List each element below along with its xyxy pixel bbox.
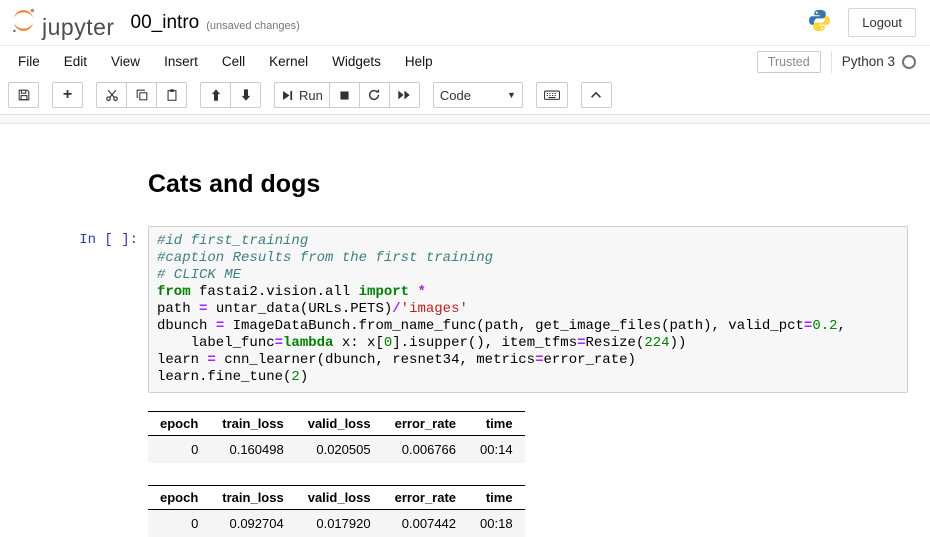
column-header: time <box>468 486 525 510</box>
jupyter-logo-text: jupyter <box>42 16 115 39</box>
markdown-heading: Cats and dogs <box>148 170 908 199</box>
table-cell: 0.020505 <box>296 436 383 464</box>
markdown-cell-prompt <box>0 170 148 226</box>
add-cell-button[interactable]: + <box>52 82 83 108</box>
menu-item-help[interactable]: Help <box>393 49 445 74</box>
toolbar: + <box>0 77 930 115</box>
output-cell: epochtrain_lossvalid_losserror_ratetime0… <box>0 393 930 537</box>
column-header: train_loss <box>210 412 295 436</box>
menu-item-kernel[interactable]: Kernel <box>257 49 320 74</box>
output-cell-prompt <box>0 393 148 537</box>
scissors-icon <box>105 88 119 102</box>
table-row: 00.0927040.0179200.00744200:18 <box>148 510 525 537</box>
menu-item-insert[interactable]: Insert <box>152 49 210 74</box>
cut-cell-button[interactable] <box>96 82 127 108</box>
markdown-cell[interactable]: Cats and dogs <box>0 170 930 226</box>
jupyter-logo[interactable]: jupyter <box>10 7 115 39</box>
table-cell: 0 <box>148 436 210 464</box>
collapse-toolbar-button[interactable] <box>581 82 612 108</box>
header-bar: jupyter 00_intro (unsaved changes) Logou… <box>0 0 930 46</box>
table-cell: 0.006766 <box>383 436 468 464</box>
menu-item-widgets[interactable]: Widgets <box>320 49 393 74</box>
column-header: time <box>468 412 525 436</box>
restart-kernel-button[interactable] <box>359 82 390 108</box>
notebook-area: Cats and dogs In [ ]: #id first_training… <box>0 124 930 537</box>
plus-icon: + <box>63 87 72 103</box>
menu-item-edit[interactable]: Edit <box>52 49 99 74</box>
logout-button[interactable]: Logout <box>848 8 916 37</box>
fast-forward-icon <box>397 88 411 102</box>
table-row: 00.1604980.0205050.00676600:14 <box>148 436 525 464</box>
cell-type-value: Code <box>440 88 471 103</box>
menu-item-view[interactable]: View <box>99 49 152 74</box>
code-cell-prompt: In [ ]: <box>0 226 148 393</box>
column-header: error_rate <box>383 486 468 510</box>
move-cell-down-button[interactable] <box>230 82 261 108</box>
code-cell: In [ ]: #id first_training#caption Resul… <box>0 226 930 393</box>
header-shadow <box>0 115 930 124</box>
table-cell: 00:14 <box>468 436 525 464</box>
trusted-button[interactable]: Trusted <box>757 51 821 73</box>
training-results-table-2: epochtrain_lossvalid_losserror_ratetime0… <box>148 485 525 537</box>
table-cell: 0 <box>148 510 210 537</box>
column-header: train_loss <box>210 486 295 510</box>
column-header: valid_loss <box>296 412 383 436</box>
table-cell: 00:18 <box>468 510 525 537</box>
chevron-up-icon <box>589 88 603 102</box>
keyboard-icon <box>543 88 561 102</box>
table-cell: 0.007442 <box>383 510 468 537</box>
menu-item-cell[interactable]: Cell <box>210 49 257 74</box>
save-button[interactable] <box>8 82 39 108</box>
column-header: error_rate <box>383 412 468 436</box>
column-header: valid_loss <box>296 486 383 510</box>
save-icon <box>17 88 31 102</box>
cell-type-dropdown[interactable]: Code ▼ <box>433 82 523 108</box>
interrupt-kernel-button[interactable] <box>329 82 360 108</box>
column-header: epoch <box>148 486 210 510</box>
code-editor[interactable]: #id first_training#caption Results from … <box>148 226 908 393</box>
menubar-divider <box>831 51 832 73</box>
restart-icon <box>367 88 381 102</box>
restart-run-all-button[interactable] <box>389 82 420 108</box>
command-palette-button[interactable] <box>536 82 568 108</box>
copy-icon <box>135 88 149 102</box>
table-cell: 0.017920 <box>296 510 383 537</box>
table-cell: 0.160498 <box>210 436 295 464</box>
clipboard-icon <box>165 88 179 102</box>
run-label: Run <box>299 88 323 103</box>
kernel-name-label: Python 3 <box>842 54 895 69</box>
arrow-down-icon <box>239 88 253 102</box>
notebook-title[interactable]: 00_intro <box>131 12 200 34</box>
training-results-table-1: epochtrain_lossvalid_losserror_ratetime0… <box>148 411 525 463</box>
arrow-up-icon <box>209 88 223 102</box>
stop-icon <box>338 89 351 102</box>
copy-cell-button[interactable] <box>126 82 157 108</box>
code-lines: #id first_training#caption Results from … <box>157 233 899 386</box>
checkpoint-status: (unsaved changes) <box>206 20 300 32</box>
move-cell-up-button[interactable] <box>200 82 231 108</box>
paste-cell-button[interactable] <box>156 82 187 108</box>
run-icon <box>281 89 294 102</box>
chevron-down-icon: ▼ <box>507 90 516 100</box>
jupyter-logo-icon <box>10 7 37 39</box>
kernel-idle-icon <box>902 55 916 69</box>
menu-item-file[interactable]: File <box>6 49 52 74</box>
column-header: epoch <box>148 412 210 436</box>
menubar: File Edit View Insert Cell Kernel Widget… <box>0 46 930 77</box>
run-button[interactable]: Run <box>274 82 330 108</box>
python-logo-icon <box>807 8 832 38</box>
table-cell: 0.092704 <box>210 510 295 537</box>
